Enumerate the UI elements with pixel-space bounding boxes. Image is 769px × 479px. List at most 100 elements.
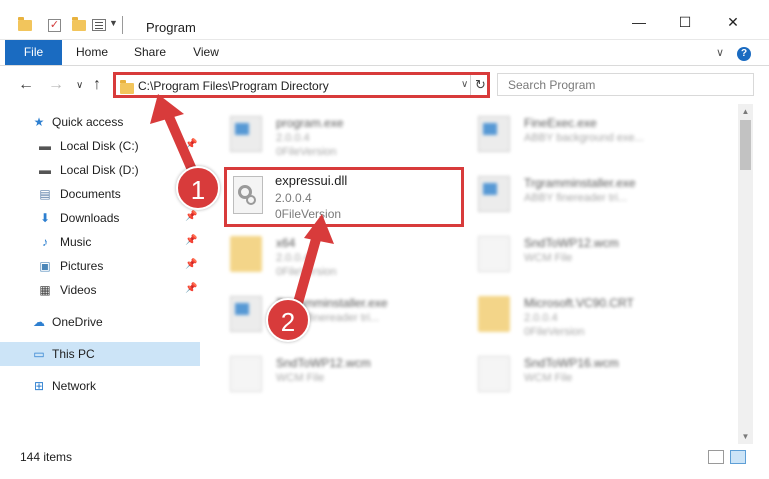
chevron-down-icon[interactable]: ▼ (109, 18, 118, 28)
cloud-icon: ☁ (33, 315, 45, 329)
back-button[interactable]: ← (18, 76, 34, 94)
gear-icon (246, 195, 256, 205)
drive-icon: ▬ (39, 139, 51, 153)
file-detail: 2.0.0.4 (276, 252, 310, 264)
sidebar-item-label: Pictures (60, 259, 104, 273)
scroll-up-icon[interactable]: ▲ (738, 104, 753, 119)
sidebar-item-music[interactable]: ♪ Music 📌 (0, 230, 200, 254)
sidebar-item-local-disk-d[interactable]: ▬ Local Disk (D:) (0, 158, 200, 182)
sidebar-item-videos[interactable]: ▦ Videos 📌 (0, 278, 200, 302)
sidebar-item-label: Documents (60, 187, 121, 201)
documents-icon: ▤ (39, 187, 51, 201)
customize-icon[interactable] (92, 19, 106, 31)
new-folder-icon[interactable] (72, 17, 86, 31)
file-item[interactable]: Trgramminstaller.exe ABBY finereader tri… (208, 288, 458, 344)
sidebar-item-local-disk-c[interactable]: ▬ Local Disk (C:) 📌 (0, 134, 200, 158)
document-file-icon (478, 236, 510, 272)
file-detail: 2.0.0.4 (276, 132, 310, 144)
file-detail: 0FileVersion (276, 266, 337, 278)
file-detail: WCM File (524, 372, 573, 384)
expand-ribbon-icon[interactable]: ∨ (716, 46, 724, 59)
exe-file-icon (478, 176, 510, 212)
pin-icon[interactable]: 📌 (185, 211, 197, 222)
refresh-button[interactable]: ↻ (470, 75, 490, 95)
up-button[interactable]: ↑ (93, 76, 101, 94)
scroll-down-icon[interactable]: ▼ (738, 429, 753, 444)
file-item[interactable]: Microsoft.VC90.CRT 2.0.0.4 0FileVersion (456, 288, 706, 344)
music-icon: ♪ (42, 235, 48, 249)
details-view-icon[interactable] (708, 450, 724, 464)
tab-home[interactable]: Home (66, 40, 118, 65)
file-item[interactable]: x64 2.0.0.4 0FileVersion (208, 228, 458, 284)
file-item[interactable]: FineExec.exe ABBY background exe... (456, 108, 706, 164)
sidebar-item-label: OneDrive (52, 315, 103, 329)
file-item[interactable]: SndToWP12.wcm WCM File (456, 228, 706, 284)
search-input[interactable]: Search Program (508, 78, 595, 92)
title-bar: ✓ ▼ Program — ☐ ✕ (0, 0, 769, 40)
ribbon-tabs: File Home Share View ∨ (0, 40, 769, 66)
sidebar-item-pictures[interactable]: ▣ Pictures 📌 (0, 254, 200, 278)
exe-file-icon (230, 116, 262, 152)
sidebar-item-label: Network (52, 379, 97, 393)
file-detail: ABBY finereader tri... (524, 192, 628, 204)
file-detail: 2.0.0.4 (524, 312, 558, 324)
file-item[interactable]: SndToWP16.wcm WCM File (456, 348, 706, 404)
document-file-icon (478, 356, 510, 392)
file-detail: 0FileVersion (524, 326, 585, 338)
help-icon[interactable]: ? (737, 47, 751, 61)
file-item[interactable]: Trgramminstaller.exe ABBY finereader tri… (456, 168, 706, 224)
pin-icon[interactable]: 📌 (185, 259, 197, 270)
step-2-badge: 2 (266, 298, 310, 342)
close-button[interactable]: ✕ (710, 8, 756, 36)
file-name: SndToWP12.wcm (276, 356, 371, 370)
file-name: Trgramminstaller.exe (524, 176, 636, 190)
network-icon: ⊞ (33, 379, 45, 393)
address-bar[interactable]: C:\Program Files\Program Directory ∨ ↻ (113, 72, 490, 98)
tab-share[interactable]: Share (124, 40, 176, 65)
navigation-pane: ★ Quick access ▬ Local Disk (C:) 📌 ▬ Loc… (0, 104, 208, 444)
file-name: Microsoft.VC90.CRT (524, 296, 634, 310)
file-detail: 0FileVersion (275, 207, 342, 221)
pin-icon[interactable]: 📌 (185, 283, 197, 294)
sidebar-item-network[interactable]: ⊞ Network (0, 374, 200, 398)
vertical-scrollbar[interactable]: ▲ ▼ (738, 104, 753, 444)
sidebar-item-label: Quick access (52, 115, 124, 129)
file-name: SndToWP16.wcm (524, 356, 619, 370)
file-version: 2.0.0.4 (275, 191, 312, 205)
sidebar-item-downloads[interactable]: ⬇ Downloads 📌 (0, 206, 200, 230)
pin-icon[interactable]: 📌 (185, 139, 197, 150)
computer-icon: ▭ (33, 347, 45, 361)
scroll-thumb[interactable] (740, 120, 751, 170)
exe-file-icon (230, 296, 262, 332)
properties-check-icon[interactable]: ✓ (48, 19, 61, 32)
sidebar-item-this-pc[interactable]: ▭ This PC (0, 342, 200, 366)
file-item-expressui-dll[interactable]: expressui.dll 2.0.0.4 0FileVersion (224, 167, 464, 227)
video-icon: ▦ (39, 283, 51, 297)
step-1-badge: 1 (176, 166, 220, 210)
sidebar-item-documents[interactable]: ▤ Documents (0, 182, 200, 206)
sidebar-item-quick-access[interactable]: ★ Quick access (0, 110, 200, 134)
folder-icon (478, 296, 510, 332)
chevron-down-icon[interactable]: ∨ (461, 79, 468, 90)
address-path[interactable]: C:\Program Files\Program Directory (138, 79, 329, 93)
maximize-button[interactable]: ☐ (662, 8, 708, 36)
recent-locations-button[interactable]: ∨ (76, 80, 83, 91)
minimize-button[interactable]: — (616, 8, 662, 36)
tiles-view-icon[interactable] (730, 450, 746, 464)
sidebar-item-label: This PC (52, 347, 95, 361)
file-detail: 0FileVersion (276, 146, 337, 158)
sidebar-item-onedrive[interactable]: ☁ OneDrive (0, 310, 200, 334)
file-item[interactable]: program.exe 2.0.0.4 0FileVersion (208, 108, 458, 164)
forward-button[interactable]: → (48, 76, 64, 94)
file-detail: ABBY background exe... (524, 132, 644, 144)
sidebar-item-label: Local Disk (D:) (60, 163, 139, 177)
status-bar: 144 items (0, 444, 769, 479)
search-box[interactable]: Search Program (497, 73, 754, 96)
tab-file[interactable]: File (5, 40, 62, 65)
file-name: program.exe (276, 116, 344, 130)
pin-icon[interactable]: 📌 (185, 235, 197, 246)
file-name: SndToWP12.wcm (524, 236, 619, 250)
file-name: FineExec.exe (524, 116, 597, 130)
tab-view[interactable]: View (180, 40, 232, 65)
file-item[interactable]: SndToWP12.wcm WCM File (208, 348, 458, 404)
